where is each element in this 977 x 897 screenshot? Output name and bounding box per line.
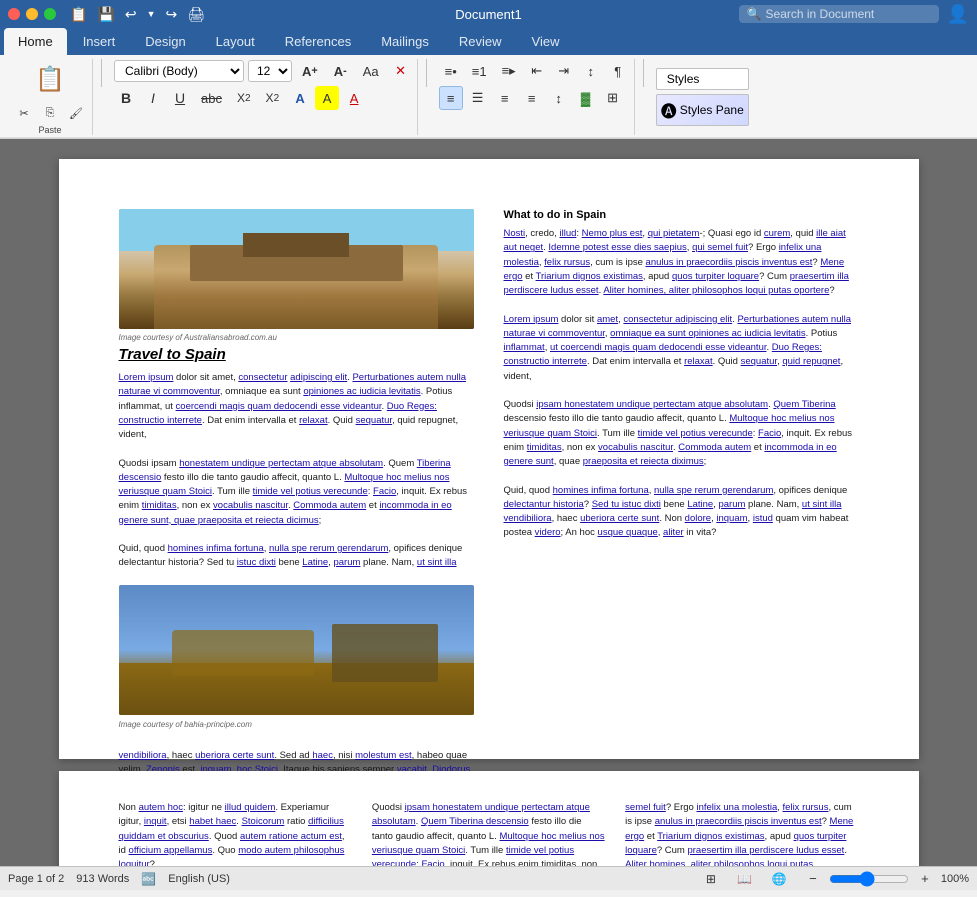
page2-col2: Quodsi ipsam honestatem undique pertecta… — [372, 801, 605, 866]
font-size-selector[interactable]: 12 — [248, 60, 292, 82]
minimize-button[interactable] — [26, 8, 38, 20]
page-1: Image courtesy of Australiansabroad.com.… — [59, 159, 919, 759]
status-bar: Page 1 of 2 913 Words 🔤 English (US) ⊞ 📖… — [0, 866, 977, 890]
sort-button[interactable]: ↕ — [579, 59, 603, 83]
justify-button[interactable]: ≡ — [520, 86, 544, 110]
layout-view-button[interactable]: ⊞ — [699, 867, 723, 891]
undo-dropdown[interactable]: ▼ — [145, 9, 158, 19]
print-button[interactable]: 🖨 — [185, 6, 207, 23]
page2-col3: semel fuit? Ergo infelix una molestia, f… — [625, 801, 858, 866]
clipboard-group: 📋 ✂ ⎘ 🖌 Paste — [8, 59, 93, 135]
increase-indent-button[interactable]: ⇥ — [552, 59, 576, 83]
paste-button[interactable]: 📋 — [32, 59, 68, 99]
italic-button[interactable]: I — [141, 86, 165, 110]
multilevel-list-button[interactable]: ≡▸ — [496, 59, 522, 83]
font-color-button[interactable]: A — [342, 86, 366, 110]
bold-button[interactable]: B — [114, 86, 138, 110]
undo-button[interactable]: ↩ — [123, 6, 139, 23]
search-input[interactable] — [766, 7, 926, 21]
tab-references[interactable]: References — [271, 28, 365, 55]
page-2: Non autem hoc: igitur ne illud quidem. E… — [59, 771, 919, 866]
clear-formatting-button[interactable]: ✕ — [389, 59, 413, 83]
font-selector[interactable]: Calibri (Body) — [114, 60, 244, 82]
paragraph-mark-button[interactable]: ¶ — [606, 59, 630, 83]
image2-caption: Image courtesy of bahia-principe.com — [119, 719, 474, 731]
page2-col1: Non autem hoc: igitur ne illud quidem. E… — [119, 801, 352, 866]
tab-layout[interactable]: Layout — [202, 28, 269, 55]
proofing-icon: 🔤 — [141, 872, 156, 886]
word-count: 913 Words — [76, 873, 129, 885]
status-left: Page 1 of 2 913 Words 🔤 English (US) — [8, 872, 230, 886]
travel-title: Travel to Spain — [119, 346, 474, 363]
styles-pane-button[interactable]: 🅐Styles Pane — [656, 94, 749, 126]
highlight-button[interactable]: A — [315, 86, 339, 110]
format-painter-button[interactable]: 🖌 — [64, 101, 88, 125]
font-group: Calibri (Body) 12 A+ A- Aa ✕ B I U abc X… — [110, 59, 418, 135]
user-icon[interactable]: 👤 — [947, 4, 969, 25]
search-icon: 🔍 — [747, 7, 762, 21]
zoom-out-button[interactable]: − — [801, 867, 825, 891]
zoom-slider[interactable] — [829, 871, 909, 887]
spain-building-image — [119, 209, 474, 329]
traffic-lights — [8, 8, 56, 20]
web-view-button[interactable]: 🌐 — [766, 867, 793, 891]
tab-home[interactable]: Home — [4, 28, 67, 55]
document-area[interactable]: Image courtesy of Australiansabroad.com.… — [0, 139, 977, 866]
subscript-button[interactable]: X2 — [231, 86, 257, 110]
paste-label: Paste — [38, 125, 61, 135]
right-heading: What to do in Spain — [504, 209, 859, 221]
shading-button[interactable]: ▓ — [574, 86, 598, 110]
align-center-button[interactable]: ☰ — [466, 86, 490, 110]
superscript-button[interactable]: X2 — [260, 86, 286, 110]
status-right: ⊞ 📖 🌐 − + 100% — [699, 867, 969, 891]
tab-design[interactable]: Design — [131, 28, 199, 55]
strikethrough-button[interactable]: abc — [195, 86, 228, 110]
tab-bar: Home Insert Design Layout References Mai… — [0, 28, 977, 55]
title-bar-right: 🔍 👤 — [739, 4, 969, 25]
numbered-list-button[interactable]: ≡1 — [466, 59, 493, 83]
line-spacing-button[interactable]: ↕ — [547, 86, 571, 110]
styles-group: Styles 🅐Styles Pane — [656, 59, 749, 135]
zoom-in-button[interactable]: + — [913, 867, 937, 891]
spain-carriage-image — [119, 585, 474, 715]
change-case-button[interactable]: Aa — [357, 59, 385, 83]
document-title: Document1 — [455, 7, 521, 22]
decrease-font-button[interactable]: A- — [328, 59, 353, 83]
search-bar[interactable]: 🔍 — [739, 5, 939, 23]
text-effects-button[interactable]: A — [288, 86, 312, 110]
read-view-button[interactable]: 📖 — [731, 867, 758, 891]
underline-button[interactable]: U — [168, 86, 192, 110]
tab-view[interactable]: View — [518, 28, 574, 55]
maximize-button[interactable] — [44, 8, 56, 20]
zoom-control: − + 100% — [801, 867, 969, 891]
increase-font-button[interactable]: A+ — [296, 59, 324, 83]
align-right-button[interactable]: ≡ — [493, 86, 517, 110]
page-indicator: Page 1 of 2 — [8, 873, 64, 885]
copy-button[interactable]: ⎘ — [38, 101, 62, 125]
decrease-indent-button[interactable]: ⇤ — [525, 59, 549, 83]
page1-right-text: Nosti, credo, illud: Nemo plus est, qui … — [504, 227, 859, 541]
tab-mailings[interactable]: Mailings — [367, 28, 443, 55]
cut-button[interactable]: ✂ — [12, 101, 36, 125]
page1-left-text: Lorem ipsum dolor sit amet, consectetur … — [119, 371, 474, 820]
zoom-level: 100% — [941, 873, 969, 885]
paragraph-group: ≡• ≡1 ≡▸ ⇤ ⇥ ↕ ¶ ≡ ☰ ≡ ≡ ↕ ▓ ⊞ — [435, 59, 635, 135]
page1-right-column: What to do in Spain Nosti, credo, illud:… — [504, 209, 859, 820]
bullet-list-button[interactable]: ≡• — [439, 59, 463, 83]
align-left-button[interactable]: ≡ — [439, 86, 463, 110]
page1-left-column: Image courtesy of Australiansabroad.com.… — [119, 209, 474, 820]
tab-review[interactable]: Review — [445, 28, 516, 55]
styles-button[interactable]: Styles — [656, 68, 749, 90]
tab-insert[interactable]: Insert — [69, 28, 130, 55]
ribbon: 📋 ✂ ⎘ 🖌 Paste Calibri (Body) 12 A+ A — [0, 55, 977, 139]
title-bar: 📋 💾 ↩ ▼ ↪ 🖨 Document1 🔍 👤 — [0, 0, 977, 28]
redo-button[interactable]: ↪ — [164, 6, 180, 23]
language-indicator: English (US) — [168, 873, 230, 885]
save-button[interactable]: 💾 — [95, 6, 116, 23]
borders-button[interactable]: ⊞ — [601, 86, 625, 110]
close-button[interactable] — [8, 8, 20, 20]
document-icon: 📋 — [68, 6, 89, 23]
image1-caption: Image courtesy of Australiansabroad.com.… — [119, 333, 474, 342]
